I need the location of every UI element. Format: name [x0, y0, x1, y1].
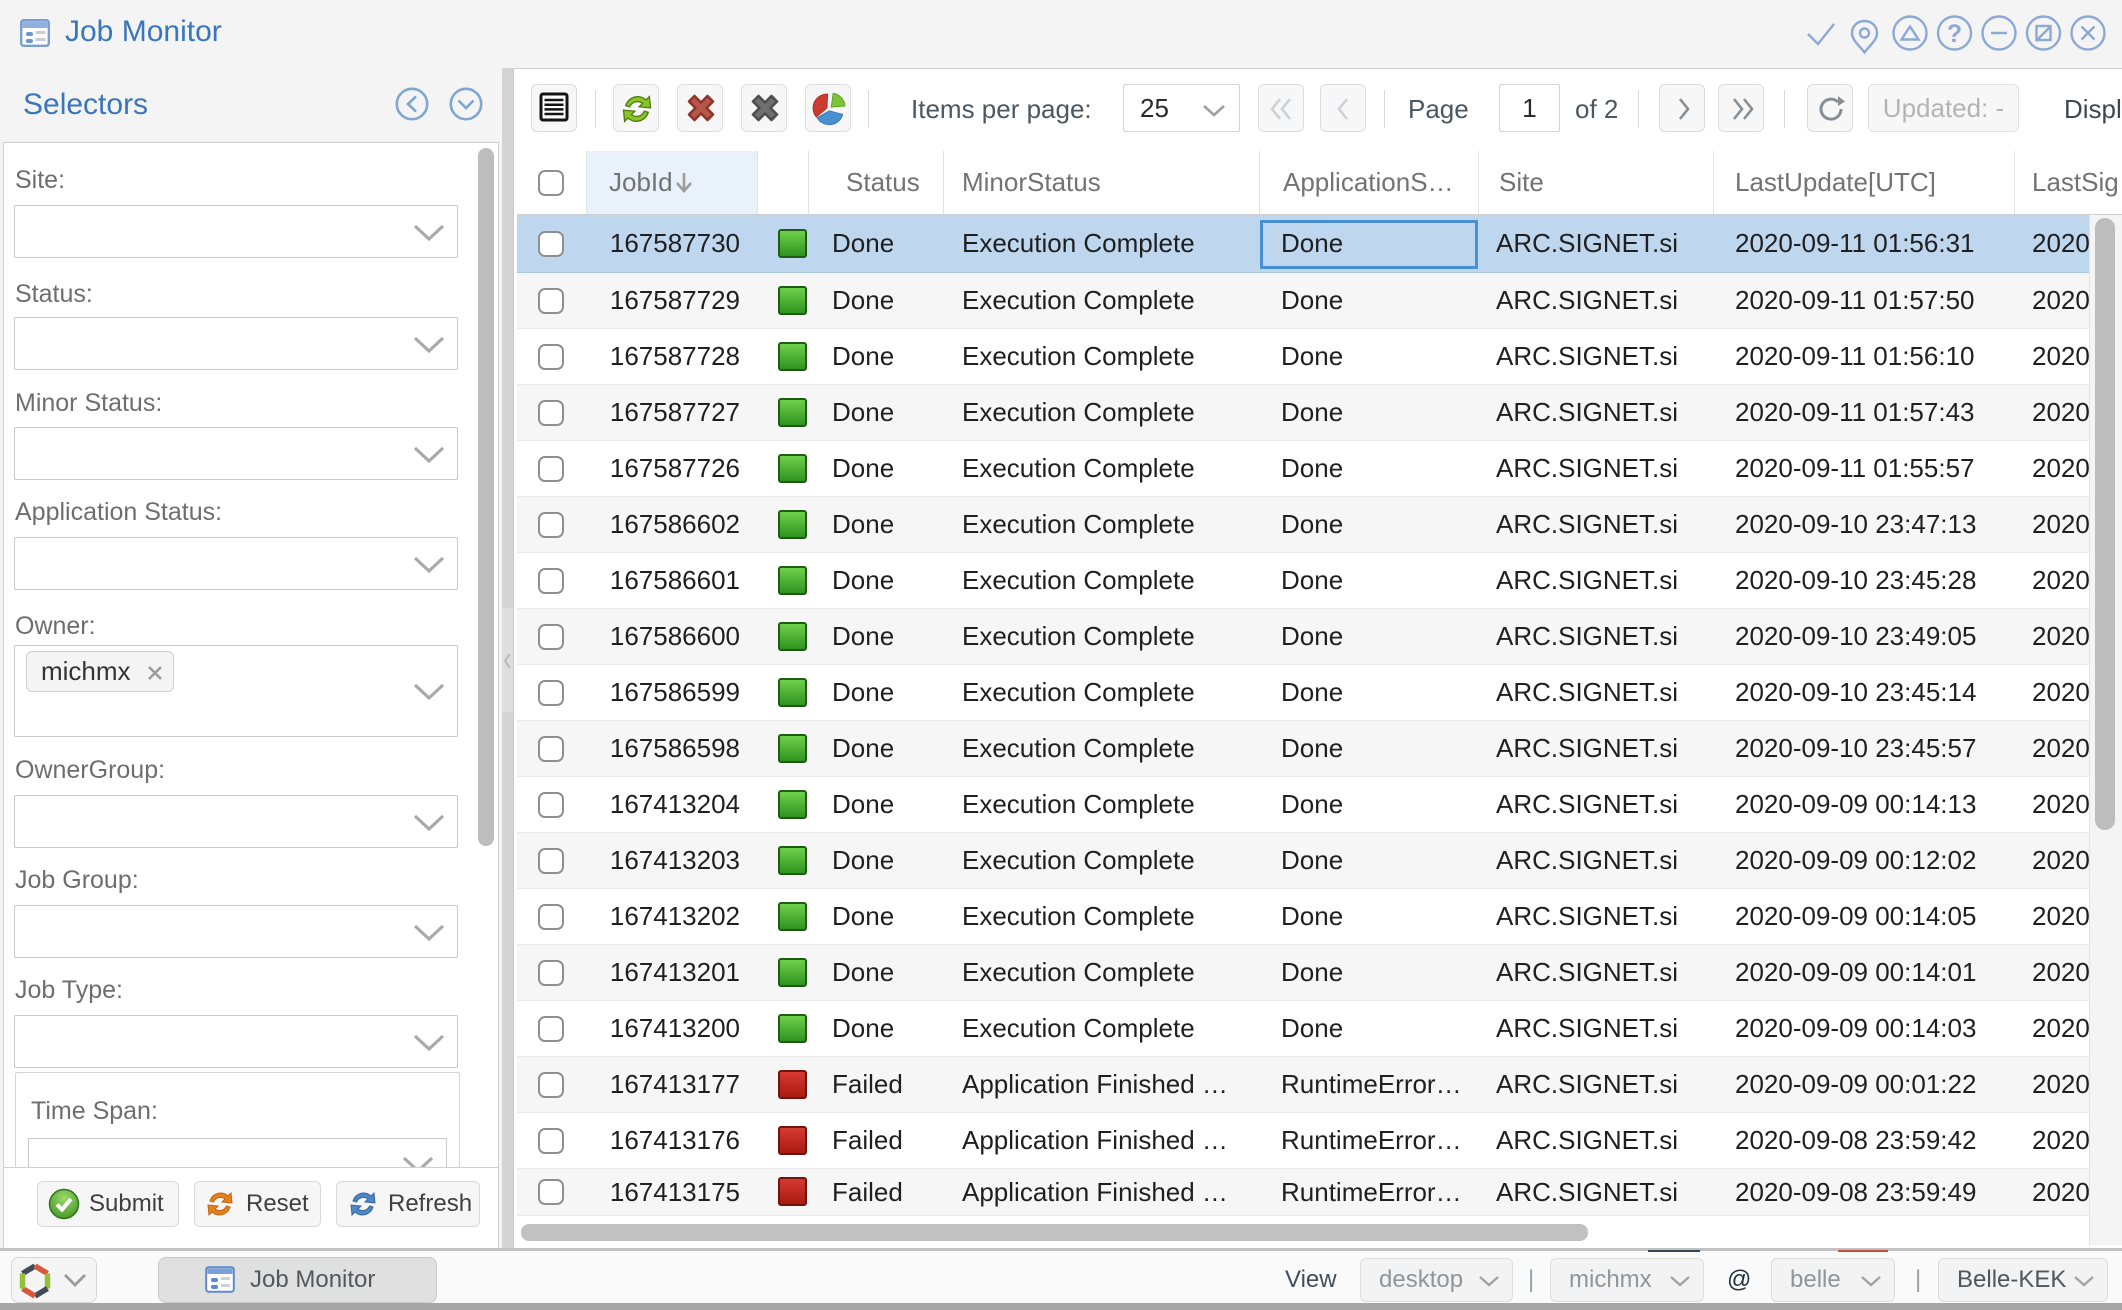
svg-text:?: ?	[1947, 20, 1962, 48]
